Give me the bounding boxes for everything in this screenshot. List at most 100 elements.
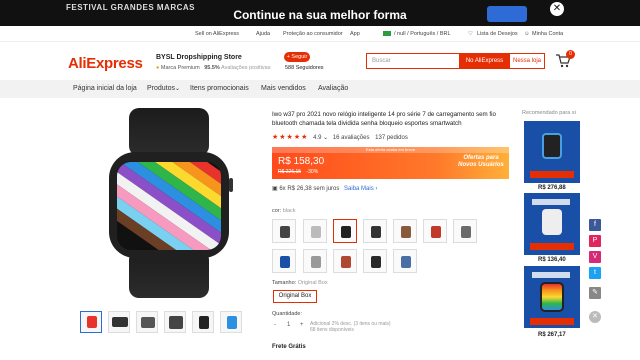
quantity-decrease-button[interactable]: - [274,322,276,328]
size-option-selected[interactable]: Original Box [273,290,317,303]
old-price-row: R$ 226,15 -30% [278,169,318,175]
color-swatch[interactable] [453,219,477,243]
vk-share-icon[interactable]: V [589,251,601,263]
color-label: cor: black [272,208,296,214]
nav-products[interactable]: Produtos [147,85,175,92]
quantity-notes: Adicional 2% desc. (3 itens ou mais) 68 … [310,321,391,333]
thumbnail-strip [80,311,250,333]
help-link[interactable]: Ajuda [256,31,270,37]
price-banner: Esta oferta acaba em breve R$ 158,30 R$ … [272,147,509,179]
search-store-button[interactable]: Nessa loja [509,53,545,69]
sell-link[interactable]: Sell on AliExpress [195,31,239,37]
color-swatch[interactable] [393,219,417,243]
star-rating-icon: ★★★★★ [272,134,309,141]
protection-link[interactable]: Proteção ao consumidor [283,31,343,37]
pinterest-share-icon[interactable]: P [589,235,601,247]
color-value: black [282,208,296,214]
banner-close-icon[interactable]: ✕ [550,2,564,16]
search-aliexpress-button[interactable]: No AliExpress [460,53,509,69]
nav-reviews[interactable]: Avaliação [318,85,348,92]
reviews-count[interactable]: 16 avaliações [333,135,370,141]
store-name[interactable]: BYSL Dropshipping Store [156,54,242,61]
nav-bestsellers[interactable]: Mais vendidos [261,85,306,92]
locale-selector[interactable]: / null / Português / BRL [394,31,451,37]
quantity-stepper: - 1 + [274,322,306,332]
shipping-info: Frete Grátis [272,344,306,350]
banner-cta-button[interactable] [487,6,527,22]
product-main-image[interactable] [85,108,253,298]
color-swatch[interactable] [272,219,296,243]
thumbnail[interactable] [192,311,214,333]
store-rating: 95.5% [204,65,220,71]
color-swatch[interactable] [423,219,447,243]
banner-headline: Continue na sua melhor forma [233,8,407,22]
learn-more-link[interactable]: Saiba Mais [344,186,374,192]
facebook-share-icon[interactable]: f [589,219,601,231]
size-label: Tamanho: Original Box [272,280,328,286]
thumbnail[interactable] [136,311,158,333]
rating-value: 4.9 [313,135,322,141]
new-user-offer-tag: Ofertas para Novos Usuários [458,155,504,168]
color-swatch[interactable] [363,219,387,243]
chevron-down-icon: ⌄ [175,86,181,92]
user-icon: ☺ [524,31,530,37]
discount-badge: -30% [306,169,319,175]
thumbnail[interactable] [164,311,186,333]
search-input[interactable]: Buscar [366,53,460,69]
old-price: R$ 226,15 [278,169,302,175]
stock-available-note: 68 itens disponíveis [310,327,354,333]
aliexpress-logo[interactable]: AliExpress [68,55,143,72]
nav-promo[interactable]: Itens promocionais [190,85,249,92]
store-badge: Marca Premium [160,65,200,71]
color-swatch[interactable] [363,249,387,273]
color-label-text: cor: [272,208,282,214]
recommended-item-image[interactable] [524,193,580,255]
product-title: Iwo w37 pro 2021 novo relógio inteligent… [272,111,496,127]
twitter-share-icon[interactable]: t [589,267,601,279]
color-swatch[interactable] [333,249,357,273]
recommended-item-price: R$ 267,17 [538,332,566,338]
color-swatch[interactable] [303,249,327,273]
orders-count: 137 pedidos [375,135,408,141]
installments-row: ▣ 6x R$ 26,38 sem juros Saiba Mais › [272,185,377,192]
app-link[interactable]: App [350,31,360,37]
quantity-label: Quantidade: [272,311,302,317]
premium-badge-icon: ● [156,65,160,71]
cart-count-badge: 0 [566,50,575,59]
rating-row: ★★★★★ 4.9 ⌄ 16 avaliações 137 pedidos [272,133,408,141]
quantity-increase-button[interactable]: + [300,322,304,328]
store-meta: ● Marca Premium 95.5% Avaliações positiv… [156,65,270,71]
size-label-text: Tamanho: [272,280,297,286]
edit-icon[interactable]: ✎ [589,287,601,299]
color-swatch[interactable] [393,249,417,273]
store-header: AliExpress BYSL Dropshipping Store ● Mar… [0,42,640,80]
recommended-item-price: R$ 276,88 [538,185,566,191]
followers-count: 588 Seguidores [285,65,324,71]
thumbnail[interactable] [80,311,102,333]
color-swatch-selected[interactable] [333,219,357,243]
wishlist-link[interactable]: Lista de Desejos [477,31,518,37]
thumbnail[interactable] [108,311,130,333]
store-nav: Página inicial da loja Produtos ⌄ Itens … [0,80,640,98]
store-rating-label: Avaliações positivas [221,65,271,71]
offer-ending-text: Esta oferta acaba em breve [272,147,509,153]
close-icon[interactable]: ✕ [589,311,601,323]
heart-icon: ♡ [468,31,473,37]
account-link[interactable]: Minha Conta [532,31,563,37]
size-value: Original Box [297,280,328,286]
nav-store-home[interactable]: Página inicial da loja [73,85,137,92]
quantity-input[interactable]: 1 [287,322,290,328]
color-swatch[interactable] [272,249,296,273]
brazil-flag-icon [383,31,391,36]
color-swatch[interactable] [303,219,327,243]
chevron-right-icon: › [375,186,378,192]
recommended-item-image[interactable] [524,266,580,328]
recommended-title: Recomendado para si [522,110,576,116]
installments-icon: ▣ [272,186,278,192]
recommended-item-image[interactable] [524,121,580,183]
installments-text: 6x R$ 26,38 sem juros [279,186,340,192]
follow-button[interactable]: + Seguir [284,52,310,62]
chevron-down-icon: ⌄ [323,135,329,141]
promo-banner[interactable]: FESTIVAL GRANDES MARCAS Continue na sua … [0,0,640,26]
thumbnail[interactable] [220,311,242,333]
